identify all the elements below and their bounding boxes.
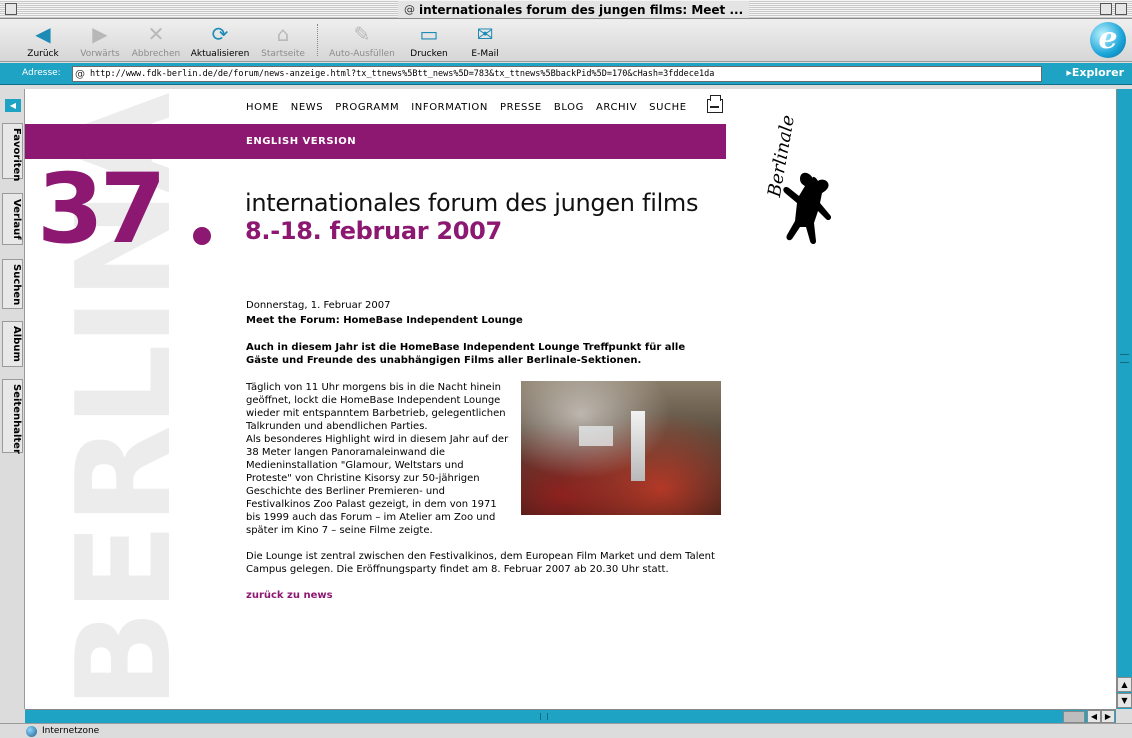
address-field[interactable]: @ http://www.fdk-berlin.de/de/forum/news…: [72, 66, 1042, 82]
nav-archiv[interactable]: ARCHIV: [596, 102, 637, 113]
window-close-box[interactable]: [5, 3, 17, 15]
scroll-left-arrow-icon[interactable]: ◀: [1087, 710, 1101, 723]
stop-label: Abbrechen: [131, 49, 181, 59]
news-article: Donnerstag, 1. Februar 2007 Meet the For…: [246, 299, 721, 602]
home-icon: ⌂: [276, 22, 290, 46]
horizontal-scroll-thumb[interactable]: [1063, 711, 1085, 723]
window-zoom-box[interactable]: [1100, 3, 1112, 15]
article-lead: Auch in diesem Jahr ist die HomeBase Ind…: [246, 342, 686, 366]
scroll-up-arrow-icon[interactable]: ▲: [1117, 677, 1132, 692]
print-label: Drucken: [410, 49, 448, 59]
lounge-photo: [521, 381, 721, 515]
refresh-label: Aktualisieren: [190, 49, 250, 59]
festival-title: internationales forum des jungen films: [245, 189, 699, 217]
nav-suche[interactable]: SUCHE: [649, 102, 687, 113]
sidetab-favoriten[interactable]: Favoriten: [2, 123, 23, 181]
status-bar: Internetzone: [0, 723, 1132, 738]
back-label: Zurück: [27, 49, 59, 59]
globe-icon: [26, 726, 37, 737]
internet-explorer-logo: e: [1090, 22, 1126, 58]
refresh-button[interactable]: ⟳ Aktualisieren: [185, 22, 255, 59]
nav-home[interactable]: HOME: [246, 102, 279, 113]
nav-presse[interactable]: PRESSE: [500, 102, 542, 113]
photo-screen: [579, 426, 613, 446]
article-paragraph-3: Die Lounge ist zentral zwischen den Fest…: [246, 551, 715, 575]
article-date: Donnerstag, 1. Februar 2007: [246, 300, 391, 311]
email-button[interactable]: ✉ E-Mail: [450, 22, 520, 59]
vertical-scrollbar[interactable]: ▲ ▼: [1116, 89, 1132, 709]
refresh-icon: ⟳: [211, 22, 229, 46]
window-titlebar: @ internationales forum des jungen films…: [0, 0, 1132, 19]
address-url: http://www.fdk-berlin.de/de/forum/news-a…: [90, 69, 715, 79]
web-page-icon: @: [404, 3, 415, 16]
scroll-right-arrow-icon[interactable]: ▶: [1101, 710, 1115, 723]
horizontal-scrollbar[interactable]: ◀ ▶: [25, 709, 1116, 723]
email-label: E-Mail: [471, 49, 499, 59]
nav-information[interactable]: INFORMATION: [411, 102, 488, 113]
berlinale-bear-logo: Berlinale: [764, 114, 852, 265]
window-title-wrap: @ internationales forum des jungen films…: [398, 1, 750, 18]
festival-dates: 8.-18. februar 2007: [245, 217, 502, 245]
forward-label: Vorwärts: [80, 49, 120, 59]
nav-programm[interactable]: PROGRAMM: [335, 102, 399, 113]
article-headline: Meet the Forum: HomeBase Independent Lou…: [246, 315, 523, 326]
print-page-icon[interactable]: [707, 95, 723, 113]
site-top-nav: HOME NEWS PROGRAMM INFORMATION PRESSE BL…: [246, 102, 687, 113]
english-version-link[interactable]: ENGLISH VERSION: [246, 136, 356, 147]
window-title: internationales forum des jungen films: …: [419, 2, 744, 17]
sidebar-toggle-icon[interactable]: ◀: [5, 99, 21, 112]
autofill-pen-icon: ✎: [353, 22, 371, 46]
edition-number-dot: [193, 227, 211, 245]
explorer-label: Explorer: [1071, 66, 1124, 79]
autofill-label: Auto-Ausfüllen: [329, 49, 395, 59]
browser-toolbar: ◀ Zurück ▶ Vorwärts ✕ Abbrechen ⟳ Aktual…: [0, 19, 1132, 62]
horizontal-scroll-grip[interactable]: [540, 713, 548, 720]
stop-x-icon: ✕: [147, 22, 165, 46]
envelope-icon: ✉: [476, 22, 494, 46]
page-viewport: BERLINALE HOME NEWS PROGRAMM INFORMATION…: [25, 89, 1116, 709]
explorer-button[interactable]: ▸Explorer: [1066, 66, 1124, 79]
sidetab-verlauf[interactable]: Verlauf: [2, 193, 23, 245]
page-at-icon: @: [75, 68, 85, 80]
address-label: Adresse:: [22, 68, 61, 78]
vertical-scroll-grip[interactable]: [1120, 354, 1129, 363]
sidetab-album[interactable]: Album: [2, 321, 23, 367]
back-to-news-link[interactable]: zurück zu news: [246, 589, 721, 602]
stop-button[interactable]: ✕ Abbrechen: [121, 22, 191, 59]
sidetab-seitenhalter[interactable]: Seitenhalter: [2, 379, 23, 454]
home-button[interactable]: ⌂ Startseite: [248, 22, 318, 59]
home-label: Startseite: [261, 49, 305, 59]
window-collapse-box[interactable]: [1115, 3, 1127, 15]
sidetab-suchen[interactable]: Suchen: [2, 259, 23, 309]
toolbar-separator: [317, 24, 318, 56]
photo-pillar: [631, 411, 645, 481]
explorer-sidebar-tabs: ◀ Favoriten Verlauf Suchen Album Seitenh…: [0, 89, 25, 709]
scroll-down-arrow-icon[interactable]: ▼: [1117, 693, 1132, 708]
nav-blog[interactable]: BLOG: [554, 102, 584, 113]
address-bar: Adresse: @ http://www.fdk-berlin.de/de/f…: [0, 63, 1132, 85]
status-zone: Internetzone: [42, 726, 100, 736]
autofill-button[interactable]: ✎ Auto-Ausfüllen: [327, 22, 397, 59]
edition-number: 37: [37, 153, 167, 265]
nav-news[interactable]: NEWS: [291, 102, 323, 113]
